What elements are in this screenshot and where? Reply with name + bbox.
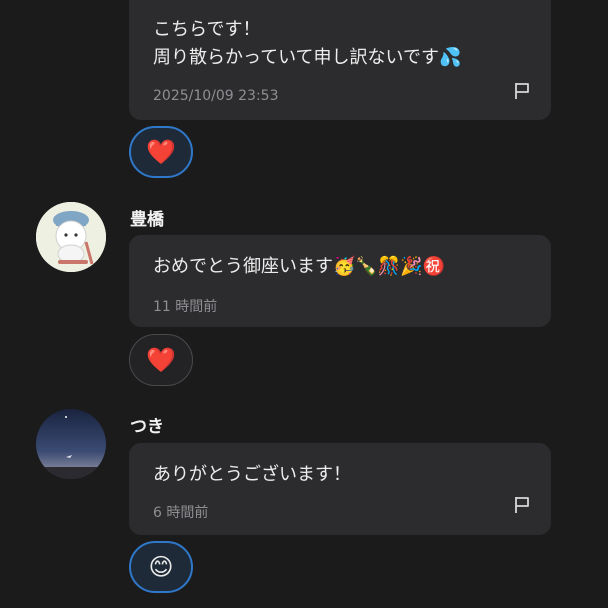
message-timestamp: 2025/10/09 23:53 [153, 88, 279, 104]
night-sky-avatar [36, 409, 106, 479]
reaction-button[interactable]: ❤️ [129, 126, 193, 178]
message-bubble: おめでとう御座います🥳🍾🎊🎉㊗️ 11 時間前 [129, 235, 551, 327]
message-bubble: ありがとうございます！ 6 時間前 [129, 443, 551, 535]
message-bubble: こちらです！ 周り散らかっていて申し訳ないです💦 2025/10/09 23:5… [129, 0, 551, 120]
avatar[interactable] [36, 202, 106, 272]
reaction-button[interactable]: ❤️ [129, 334, 193, 386]
heart-icon: ❤️ [146, 138, 176, 166]
message-timestamp: 6 時間前 [153, 505, 209, 521]
username: 豊橋 [130, 210, 164, 230]
message-timestamp: 11 時間前 [153, 299, 218, 315]
message-text: ありがとうございます！ [153, 464, 351, 485]
flag-icon[interactable] [513, 81, 531, 101]
username: つき [130, 417, 164, 437]
avatar[interactable] [36, 409, 106, 479]
reaction-button[interactable]: 😊 [129, 541, 193, 593]
heart-icon: ❤️ [146, 346, 176, 374]
flag-icon[interactable] [513, 495, 531, 515]
smile-icon: 😊 [148, 553, 174, 581]
message-text: こちらです！ 周り散らかっていて申し訳ないです💦 [153, 19, 462, 68]
illustrated-avatar [36, 202, 106, 272]
message-text: おめでとう御座います🥳🍾🎊🎉㊗️ [153, 256, 446, 277]
